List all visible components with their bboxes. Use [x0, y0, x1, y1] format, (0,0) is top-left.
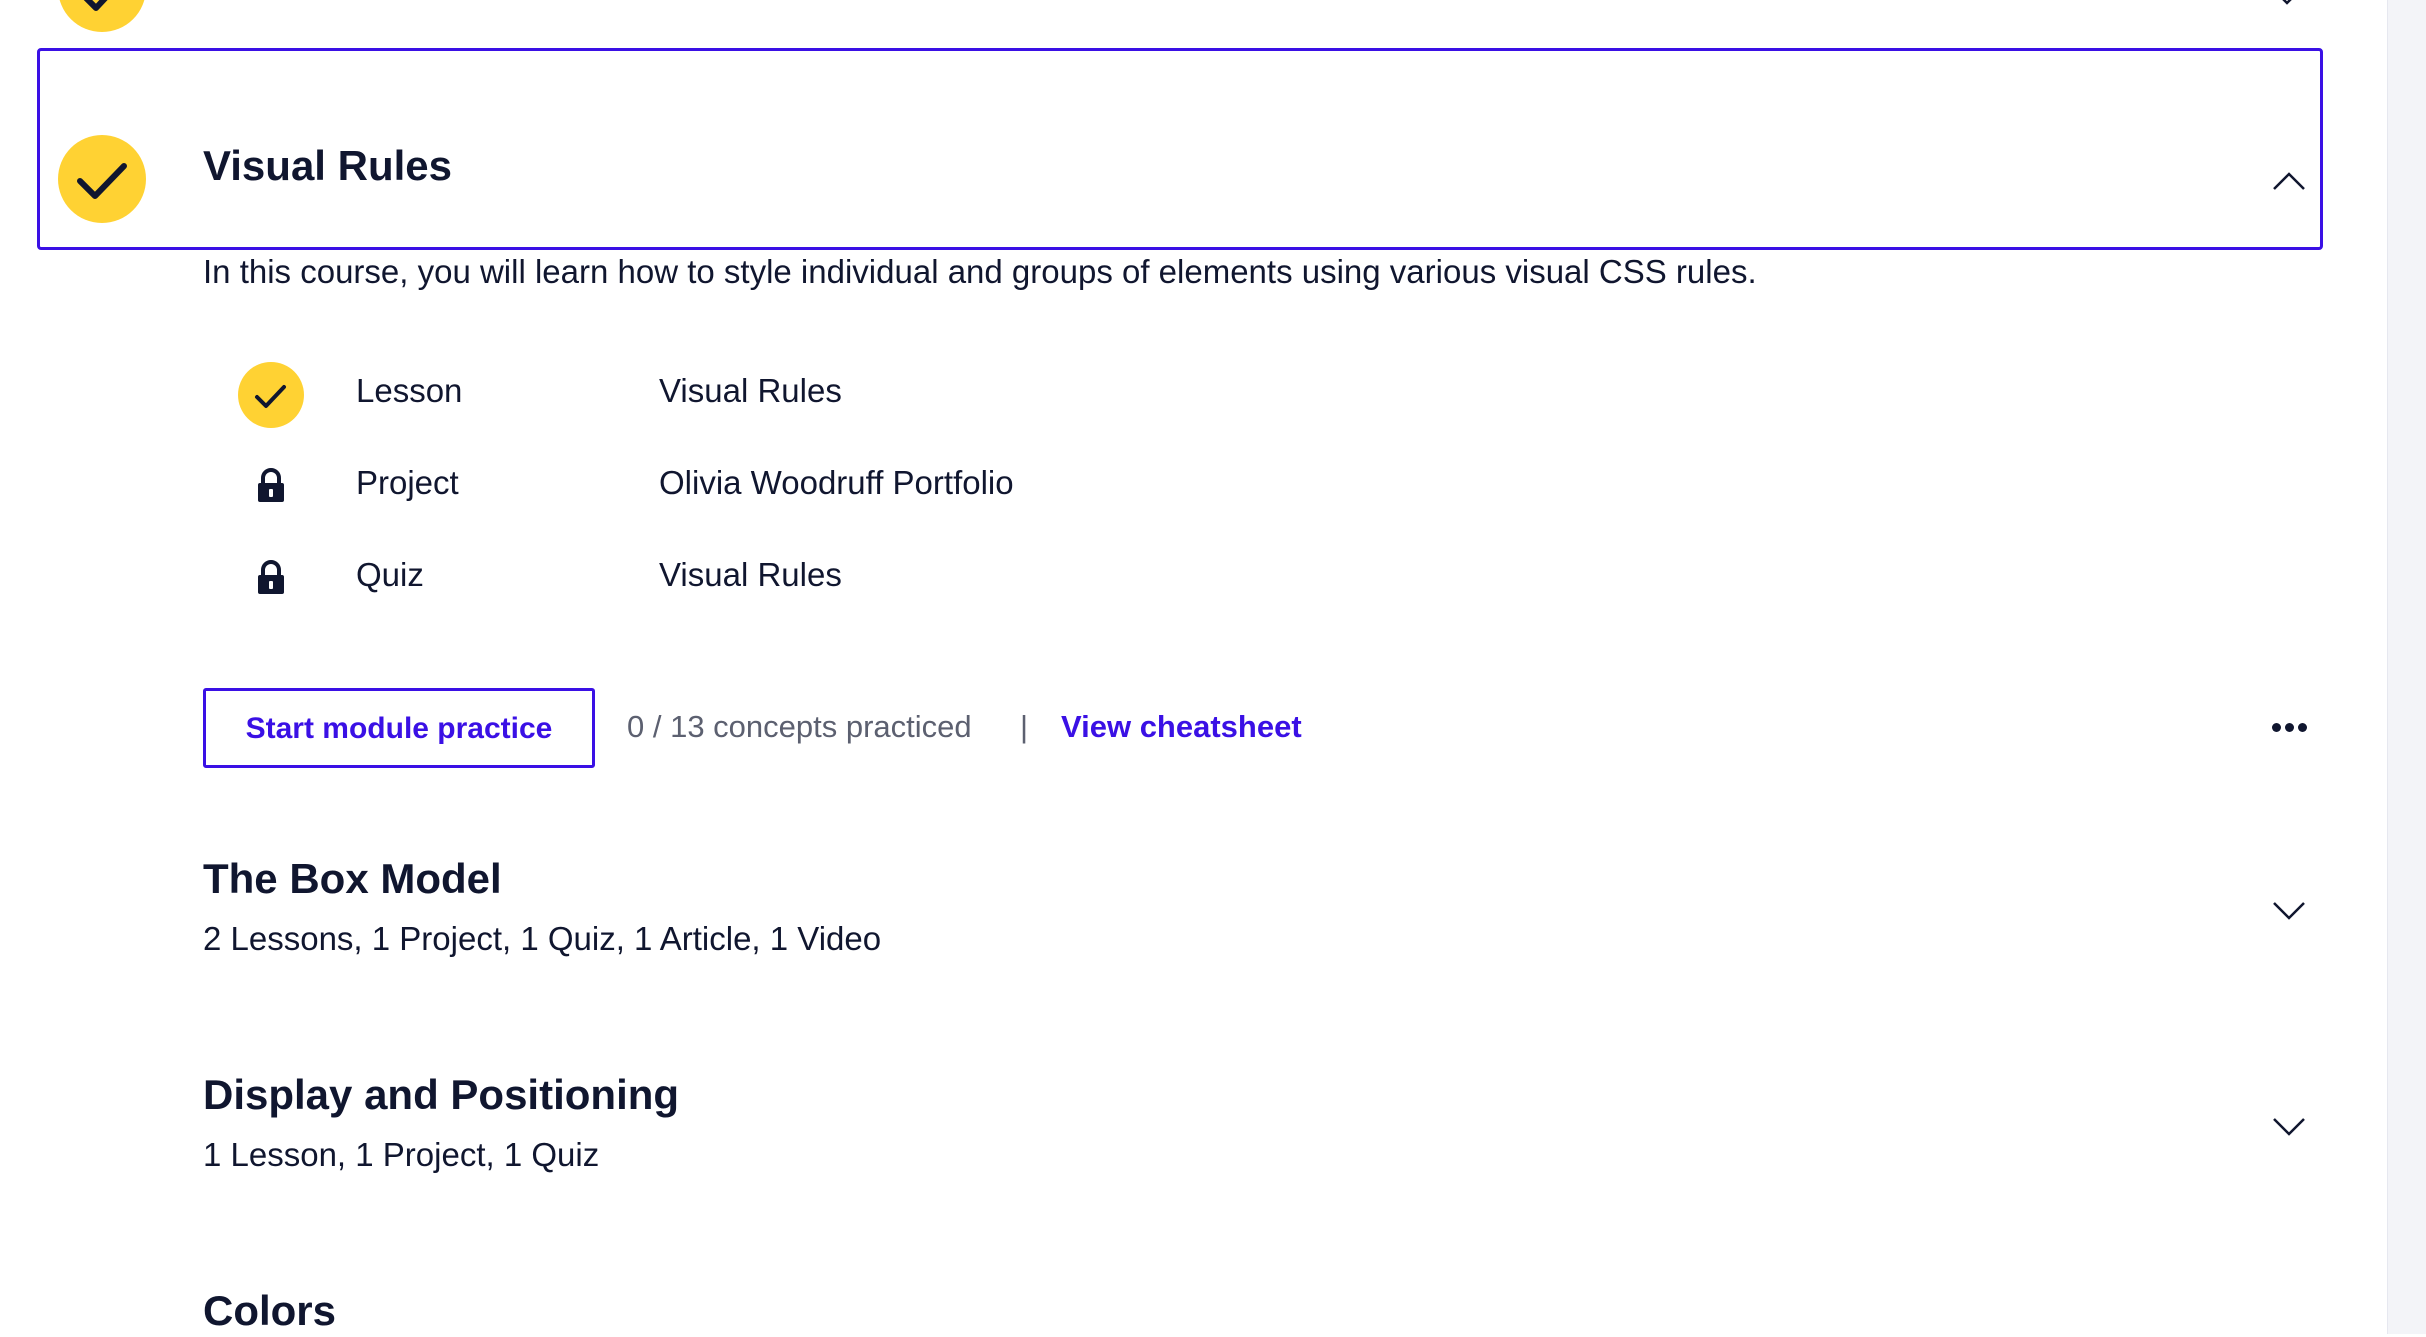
- more-options-icon[interactable]: [2272, 716, 2308, 738]
- item-type-label: Quiz: [356, 556, 424, 593]
- start-module-practice-button[interactable]: Start module practice: [203, 688, 595, 768]
- lock-icon: [258, 468, 284, 502]
- chevron-down-icon[interactable]: [2272, 1117, 2306, 1137]
- chevron-up-icon[interactable]: [2272, 171, 2306, 191]
- item-name-label: Visual Rules: [659, 556, 842, 593]
- lock-icon: [258, 560, 284, 594]
- concepts-practiced-count: 0 / 13 concepts practiced: [627, 709, 972, 744]
- section-summary: 2 Lessons, 1 Project, 1 Quiz, 1 Article,…: [203, 920, 882, 957]
- section-title: Display and Positioning: [203, 1071, 680, 1118]
- previous-module-check-icon: [58, 0, 146, 32]
- module-item-quiz[interactable]: Quiz Visual Rules: [0, 542, 1200, 612]
- section-title: Colors: [203, 1287, 337, 1334]
- module-title: Visual Rules: [203, 142, 453, 189]
- chevron-down-icon[interactable]: [2272, 901, 2306, 921]
- scrollbar-track[interactable]: [2387, 0, 2426, 1334]
- previous-module-chevron-icon[interactable]: [2270, 0, 2304, 6]
- section-title: The Box Model: [203, 855, 502, 902]
- item-name-label: Olivia Woodruff Portfolio: [659, 464, 1014, 501]
- module-completed-check-icon: [58, 135, 146, 223]
- module-item-project[interactable]: Project Olivia Woodruff Portfolio: [0, 450, 1200, 520]
- view-cheatsheet-link[interactable]: View cheatsheet: [1061, 706, 1302, 748]
- item-name-label: Visual Rules: [659, 372, 842, 409]
- completed-check-icon: [238, 362, 304, 428]
- module-item-lesson[interactable]: Lesson Visual Rules: [0, 358, 1200, 428]
- section-colors[interactable]: [190, 1278, 2330, 1334]
- item-type-label: Project: [356, 464, 459, 501]
- section-summary: 1 Lesson, 1 Project, 1 Quiz: [203, 1136, 600, 1173]
- item-type-label: Lesson: [356, 372, 463, 409]
- module-description: In this course, you will learn how to st…: [203, 253, 1757, 290]
- separator: |: [1020, 709, 1029, 744]
